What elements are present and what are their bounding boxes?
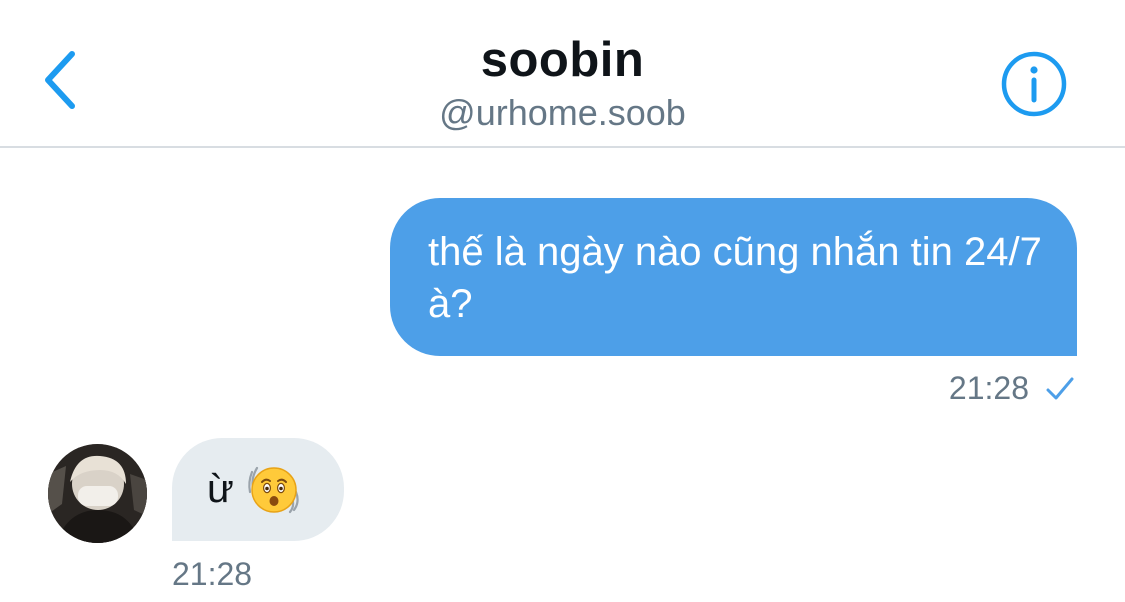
contact-handle: @urhome.soob	[439, 92, 686, 133]
hushed-face-emoji	[248, 466, 299, 513]
dm-conversation-screen: soobin @urhome.soob thế là ngày nào cũng…	[0, 0, 1125, 602]
incoming-message-text: ừ	[207, 467, 234, 511]
conversation-header: soobin @urhome.soob	[0, 0, 1125, 148]
conversation-title-block[interactable]: soobin @urhome.soob	[0, 30, 1125, 136]
avatar-image	[48, 444, 147, 543]
info-icon	[1001, 51, 1067, 117]
outgoing-message-time: 21:28	[948, 370, 1029, 406]
outgoing-message-meta: 21:28	[949, 370, 1075, 407]
outgoing-message-bubble[interactable]: thế là ngày nào cũng nhắn tin 24/7 à?	[390, 198, 1077, 356]
incoming-message-bubble[interactable]: ừ	[172, 438, 344, 541]
contact-avatar[interactable]	[48, 444, 147, 543]
info-button[interactable]	[1000, 50, 1068, 118]
checkmark-icon	[1046, 377, 1074, 399]
contact-name: soobin	[480, 33, 645, 87]
incoming-message-time: 21:28	[172, 556, 253, 592]
outgoing-message-text: thế là ngày nào cũng nhắn tin 24/7 à?	[428, 230, 1042, 326]
